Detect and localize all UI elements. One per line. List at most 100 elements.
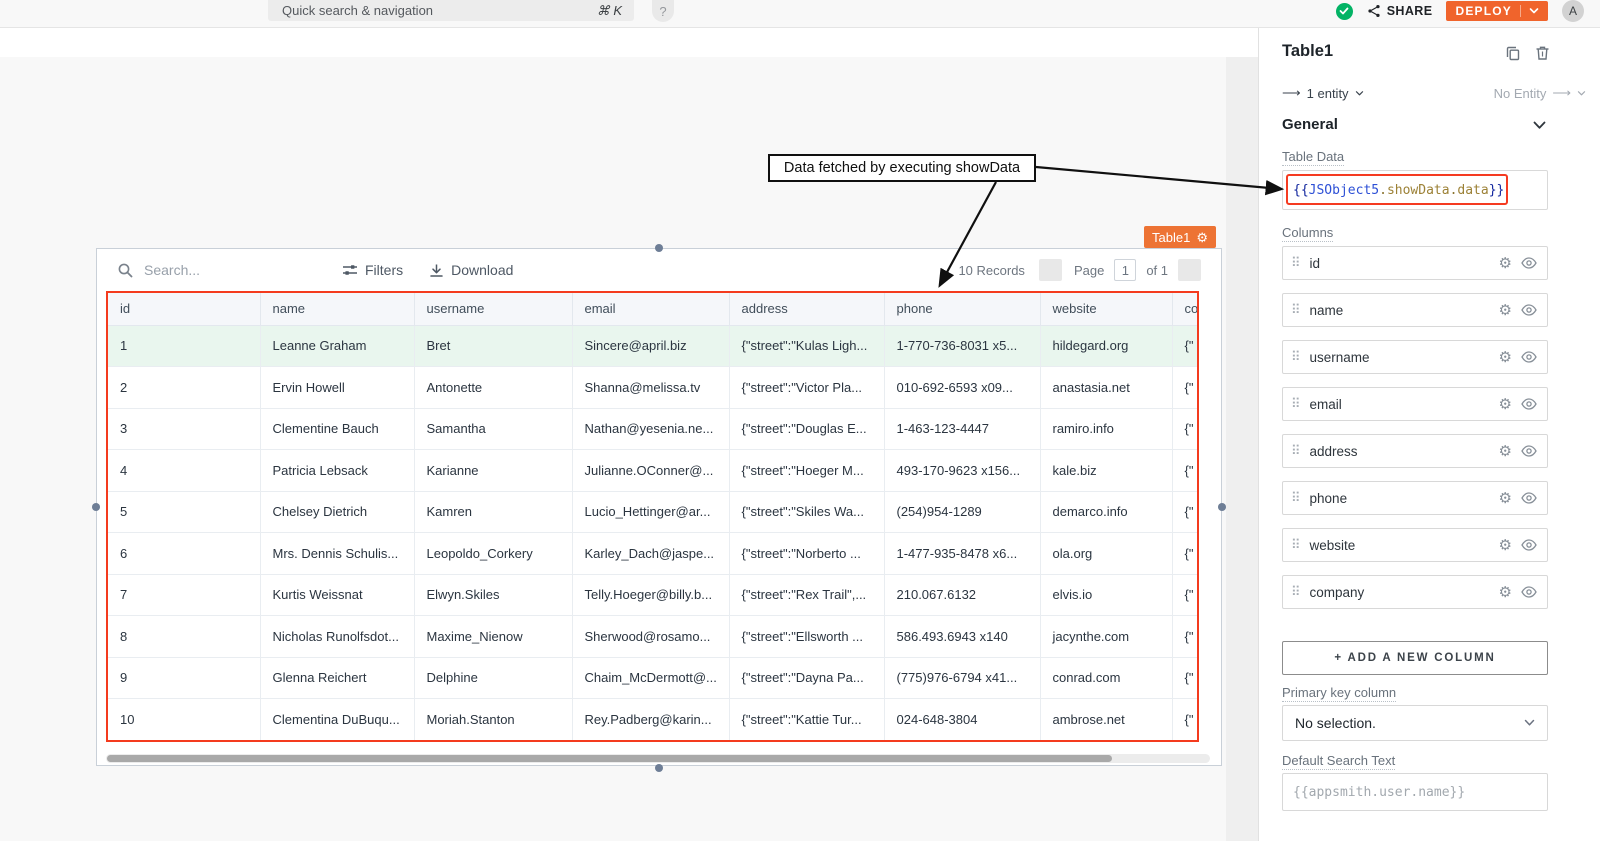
filters-button[interactable]: Filters [342,262,403,278]
table-cell[interactable]: Patricia Lebsack [260,450,414,492]
delete-widget-button[interactable] [1535,45,1550,61]
column-visibility-eye-icon[interactable] [1521,539,1537,551]
default-search-text-input[interactable] [1282,773,1548,811]
table-cell[interactable]: Shanna@melissa.tv [572,367,729,409]
table-cell[interactable]: {"street":"Kulas Ligh... [729,325,884,367]
column-settings-gear-icon[interactable]: ⚙ [1499,538,1512,553]
drag-handle-icon[interactable]: ⠿ [1291,396,1301,412]
table-cell[interactable]: 7 [108,574,260,616]
column-visibility-eye-icon[interactable] [1521,304,1537,316]
help-button[interactable]: ? [652,0,674,22]
column-visibility-eye-icon[interactable] [1521,492,1537,504]
table-cell[interactable]: 10 [108,699,260,741]
column-settings-gear-icon[interactable]: ⚙ [1499,491,1512,506]
table-cell[interactable]: Antonette [414,367,572,409]
table-row[interactable]: 4Patricia LebsackKarianneJulianne.OConne… [108,450,1197,492]
general-section-chevron-icon[interactable] [1533,121,1546,130]
column-header-phone[interactable]: phone [884,293,1040,325]
table-cell[interactable]: ambrose.net [1040,699,1172,741]
panel-column-item-id[interactable]: ⠿id⚙ [1282,246,1548,280]
table-cell[interactable]: demarco.info [1040,491,1172,533]
table-cell[interactable]: Delphine [414,657,572,699]
table-cell[interactable]: jacynthe.com [1040,616,1172,658]
table-cell[interactable]: kale.biz [1040,450,1172,492]
panel-column-item-company[interactable]: ⠿company⚙ [1282,575,1548,609]
table-cell[interactable]: conrad.com [1040,657,1172,699]
table-cell[interactable]: {"street":"Victor Pla... [729,367,884,409]
drag-handle-icon[interactable]: ⠿ [1291,255,1301,271]
column-header-username[interactable]: username [414,293,572,325]
drag-handle-icon[interactable]: ⠿ [1291,443,1301,459]
column-header-company[interactable]: company [1172,293,1197,325]
table-cell[interactable]: 493-170-9623 x156... [884,450,1040,492]
outgoing-entities-dropdown[interactable]: No Entity ⟶ [1494,85,1586,101]
drag-handle-icon[interactable]: ⠿ [1291,490,1301,506]
table-cell[interactable]: (254)954-1289 [884,491,1040,533]
table-cell[interactable]: Chaim_McDermott@... [572,657,729,699]
table-cell[interactable]: Moriah.Stanton [414,699,572,741]
table-cell[interactable]: Kurtis Weissnat [260,574,414,616]
table-cell[interactable]: 586.493.6943 x140 [884,616,1040,658]
table-cell[interactable]: Clementine Bauch [260,408,414,450]
table-cell[interactable]: {" [1172,616,1197,658]
table-cell[interactable]: Nicholas Runolfsdot... [260,616,414,658]
download-button[interactable]: Download [429,262,513,278]
panel-column-item-address[interactable]: ⠿address⚙ [1282,434,1548,468]
table-cell[interactable]: 5 [108,491,260,533]
primary-key-select[interactable]: No selection. [1282,705,1548,741]
column-visibility-eye-icon[interactable] [1521,257,1537,269]
table-cell[interactable]: Ervin Howell [260,367,414,409]
table-cell[interactable]: {" [1172,574,1197,616]
table-cell[interactable]: 4 [108,450,260,492]
column-visibility-eye-icon[interactable] [1521,398,1537,410]
column-header-id[interactable]: id [108,293,260,325]
table-row[interactable]: 10Clementina DuBuqu...Moriah.StantonRey.… [108,699,1197,741]
deploy-button[interactable]: DEPLOY [1446,1,1548,21]
column-visibility-eye-icon[interactable] [1521,351,1537,363]
table-row[interactable]: 8Nicholas Runolfsdot...Maxime_NienowSher… [108,616,1197,658]
table-cell[interactable]: Julianne.OConner@... [572,450,729,492]
widget-name-tag[interactable]: Table1 ⚙ [1144,226,1216,248]
column-visibility-eye-icon[interactable] [1521,586,1537,598]
quick-search-input[interactable]: Quick search & navigation ⌘ K [268,0,634,21]
column-settings-gear-icon[interactable]: ⚙ [1499,397,1512,412]
drag-handle-icon[interactable]: ⠿ [1291,302,1301,318]
table-cell[interactable]: {" [1172,325,1197,367]
table-cell[interactable]: Clementina DuBuqu... [260,699,414,741]
horizontal-scrollbar-track[interactable] [106,754,1210,763]
table-cell[interactable]: 9 [108,657,260,699]
widget-settings-gear-icon[interactable]: ⚙ [1196,231,1208,244]
drag-handle-icon[interactable]: ⠿ [1291,349,1301,365]
incoming-entities-dropdown[interactable]: ⟶ 1 entity [1282,85,1364,101]
resize-handle-right[interactable] [1218,503,1226,511]
table-cell[interactable]: Bret [414,325,572,367]
column-settings-gear-icon[interactable]: ⚙ [1499,444,1512,459]
table-row[interactable]: 3Clementine BauchSamanthaNathan@yesenia.… [108,408,1197,450]
table-cell[interactable]: 1-463-123-4447 [884,408,1040,450]
table-cell[interactable]: Kamren [414,491,572,533]
table-data-code-input[interactable]: {{JSObject5.showData.data}} [1282,170,1548,210]
table-cell[interactable]: Chelsey Dietrich [260,491,414,533]
column-header-address[interactable]: address [729,293,884,325]
next-page-button[interactable] [1178,259,1201,281]
table-cell[interactable]: Mrs. Dennis Schulis... [260,533,414,575]
column-header-email[interactable]: email [572,293,729,325]
table-cell[interactable]: 024-648-3804 [884,699,1040,741]
prev-page-button[interactable] [1039,259,1062,281]
table-cell[interactable]: 6 [108,533,260,575]
page-number-input[interactable] [1114,259,1136,281]
table-cell[interactable]: {"street":"Dayna Pa... [729,657,884,699]
panel-column-item-name[interactable]: ⠿name⚙ [1282,293,1548,327]
table-cell[interactable]: Samantha [414,408,572,450]
table-cell[interactable]: {"street":"Norberto ... [729,533,884,575]
column-settings-gear-icon[interactable]: ⚙ [1499,303,1512,318]
table-cell[interactable]: {"street":"Kattie Tur... [729,699,884,741]
table-cell[interactable]: 1-770-736-8031 x5... [884,325,1040,367]
table-row[interactable]: 1Leanne GrahamBretSincere@april.biz{"str… [108,325,1197,367]
table-cell[interactable]: 210.067.6132 [884,574,1040,616]
share-button[interactable]: SHARE [1367,4,1433,18]
table-cell[interactable]: Rey.Padberg@karin... [572,699,729,741]
resize-handle-top[interactable] [655,244,663,252]
table-cell[interactable]: {" [1172,533,1197,575]
column-settings-gear-icon[interactable]: ⚙ [1499,256,1512,271]
